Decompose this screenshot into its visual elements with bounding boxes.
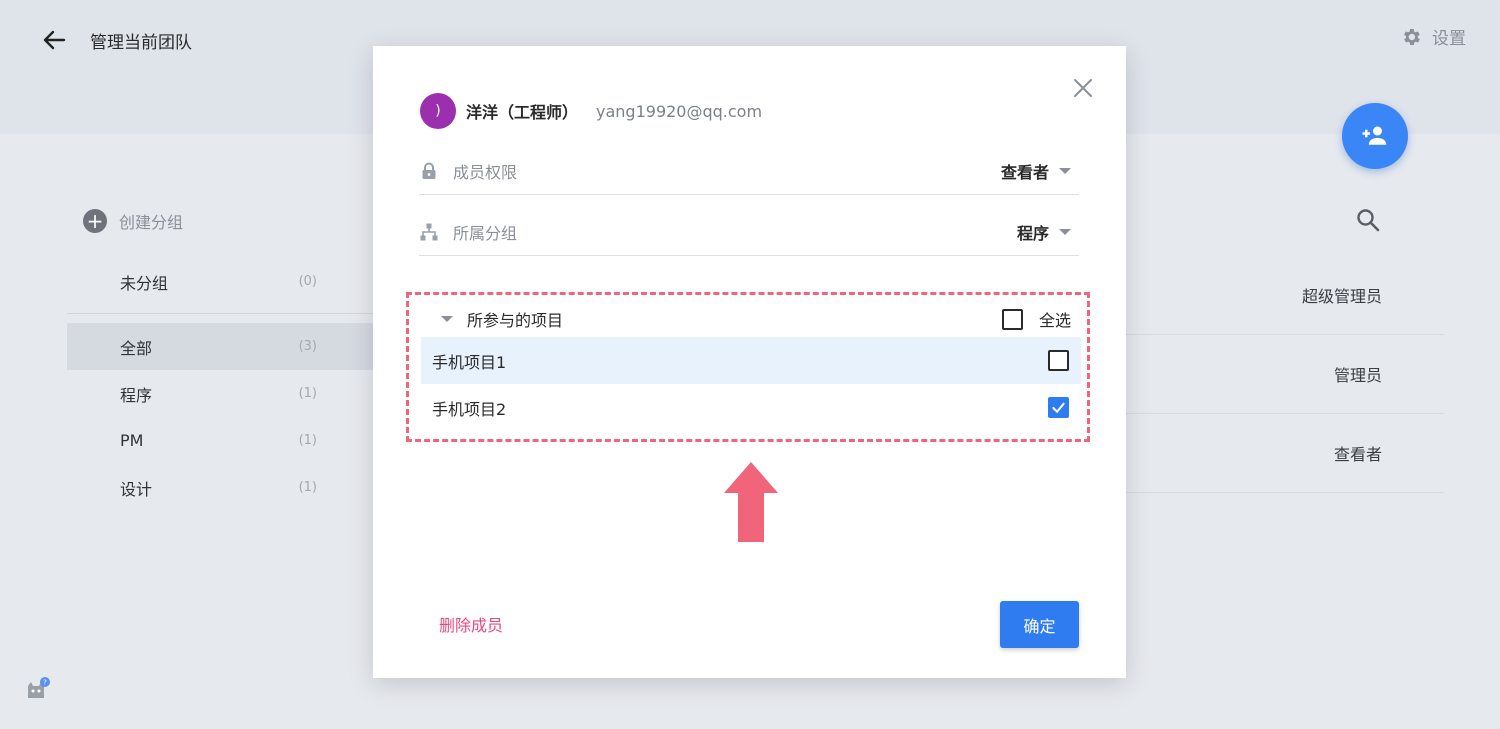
project-checkbox-checked[interactable]	[1048, 397, 1069, 418]
lock-icon	[422, 162, 436, 179]
member-email: yang19920@qq.com	[596, 101, 763, 121]
group-label: 所属分组	[453, 223, 518, 243]
project-label: 手机项目2	[432, 399, 507, 419]
permission-dropdown[interactable]: 查看者	[1001, 159, 1079, 183]
add-person-icon	[1362, 126, 1387, 145]
projects-section: 所参与的项目 全选 手机项目1 手机项目2	[406, 292, 1090, 442]
projects-title: 所参与的项目	[467, 311, 564, 330]
avatar: )	[420, 93, 456, 129]
permission-field: 成员权限 查看者	[419, 147, 1079, 195]
settings-label: 设置	[1432, 29, 1466, 49]
group-item-program[interactable]: 程序 (1)	[67, 370, 377, 417]
edit-member-dialog: ) 洋洋（工程师） yang19920@qq.com 成员权限 查看者 所属分组…	[373, 46, 1126, 678]
search-icon[interactable]	[1354, 206, 1382, 234]
permission-value: 查看者	[1000, 162, 1049, 182]
help-mascot-icon[interactable]: ?	[24, 676, 52, 704]
delete-member-link[interactable]: 删除成员	[439, 612, 503, 636]
page-title: 管理当前团队	[90, 33, 192, 53]
divider	[67, 313, 377, 314]
svg-text:?: ?	[43, 679, 47, 687]
member-row[interactable]: 超级管理员	[1126, 256, 1444, 335]
create-group-label: 创建分组	[119, 213, 184, 232]
group-dropdown[interactable]: 程序	[1017, 220, 1079, 244]
group-value: 程序	[1016, 223, 1049, 243]
select-all-label: 全选	[1038, 311, 1071, 330]
group-field: 所属分组 程序	[419, 208, 1079, 256]
group-label: 设计	[120, 479, 153, 499]
collapse-caret-icon[interactable]	[441, 316, 453, 322]
group-label: 未分组	[120, 273, 169, 293]
create-group-button[interactable]: + 创建分组	[83, 209, 183, 233]
gear-icon	[1404, 28, 1420, 45]
org-chart-icon	[420, 223, 438, 240]
plus-circle-icon: +	[83, 209, 107, 233]
select-all-checkbox[interactable]	[1001, 308, 1023, 330]
project-checkbox[interactable]	[1048, 350, 1069, 371]
group-label: 程序	[120, 385, 153, 405]
member-info: ) 洋洋（工程师） yang19920@qq.com	[420, 93, 762, 129]
project-label: 手机项目1	[432, 352, 507, 372]
group-label: 全部	[120, 338, 153, 358]
member-role: 管理员	[1333, 366, 1382, 385]
member-role: 超级管理员	[1301, 287, 1382, 306]
annotation-arrow-icon	[724, 462, 778, 542]
confirm-button[interactable]: 确定	[1000, 601, 1079, 648]
group-count: (1)	[298, 480, 317, 495]
group-item-pm[interactable]: PM (1)	[67, 417, 377, 464]
select-all-toggle[interactable]: 全选	[1001, 307, 1081, 331]
group-count: (0)	[298, 274, 317, 289]
group-count: (1)	[298, 433, 317, 448]
project-item[interactable]: 手机项目2	[421, 384, 1081, 431]
member-row[interactable]: 查看者	[1126, 414, 1444, 493]
member-role-list: 超级管理员 管理员 查看者	[1126, 256, 1444, 493]
projects-header: 所参与的项目 全选	[421, 301, 1081, 337]
group-count: (1)	[298, 386, 317, 401]
member-row[interactable]: 管理员	[1126, 335, 1444, 414]
settings-button[interactable]: 设置	[1400, 24, 1466, 49]
chevron-down-icon	[1059, 228, 1071, 235]
member-role: 查看者	[1333, 445, 1382, 464]
group-list: 未分组 (0) 全部 (3) 程序 (1) PM (1) 设计 (1)	[67, 258, 377, 511]
project-item[interactable]: 手机项目1	[421, 337, 1081, 384]
permission-label: 成员权限	[453, 162, 518, 182]
member-name: 洋洋（工程师）	[466, 103, 579, 122]
group-count: (3)	[298, 339, 317, 354]
group-item-design[interactable]: 设计 (1)	[67, 464, 377, 511]
group-label: PM	[120, 431, 144, 450]
chevron-down-icon	[1059, 167, 1071, 174]
close-icon[interactable]	[1072, 77, 1094, 99]
check-icon	[1052, 402, 1065, 413]
back-arrow-icon[interactable]	[38, 24, 70, 56]
group-item-all[interactable]: 全部 (3)	[67, 323, 377, 370]
add-member-button[interactable]	[1342, 103, 1408, 169]
group-item-ungrouped[interactable]: 未分组 (0)	[67, 258, 377, 305]
